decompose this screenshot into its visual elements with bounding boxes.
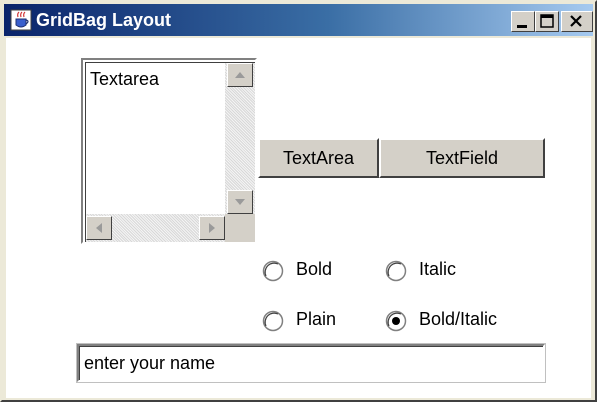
vertical-scrollbar[interactable] (225, 63, 255, 214)
textfield-button[interactable]: TextField (379, 138, 545, 178)
textarea-scrollpane: Textarea (81, 58, 257, 244)
window-title: GridBag Layout (36, 10, 172, 30)
scroll-down-button[interactable] (227, 190, 253, 214)
radio-bold-italic-label: Bold/Italic (419, 309, 498, 329)
scroll-corner (225, 214, 255, 242)
radio-plain[interactable]: Plain (262, 308, 362, 334)
maximize-icon (540, 14, 554, 28)
arrow-right-icon (209, 223, 215, 233)
radio-bold-italic[interactable]: Bold/Italic (385, 308, 535, 334)
radio-bold-label: Bold (296, 259, 333, 279)
radio-italic-label: Italic (419, 259, 457, 279)
radio-unselected-icon (385, 260, 407, 282)
textarea-text[interactable]: Textarea (90, 69, 159, 90)
name-field-container (76, 343, 546, 383)
close-icon (570, 15, 582, 27)
maximize-button[interactable] (535, 11, 559, 32)
scroll-up-button[interactable] (227, 63, 253, 87)
radio-italic[interactable]: Italic (385, 258, 485, 284)
arrow-up-icon (235, 72, 245, 78)
java-cup-icon[interactable] (10, 9, 32, 31)
textarea-button[interactable]: TextArea (258, 138, 379, 178)
arrow-left-icon (96, 223, 102, 233)
title-bar[interactable]: GridBag Layout (4, 4, 593, 36)
scroll-left-button[interactable] (86, 216, 112, 240)
close-button[interactable] (561, 11, 593, 32)
textarea[interactable]: Textarea (85, 62, 255, 242)
scroll-right-button[interactable] (199, 216, 225, 240)
arrow-down-icon (235, 199, 245, 205)
radio-plain-label: Plain (296, 309, 337, 329)
radio-bold[interactable]: Bold (262, 258, 362, 284)
name-field[interactable] (79, 346, 543, 380)
radio-unselected-icon (262, 260, 284, 282)
radio-unselected-icon (262, 310, 284, 332)
minimize-icon (517, 25, 527, 28)
horizontal-scrollbar[interactable] (86, 214, 225, 242)
radio-selected-icon (385, 310, 407, 332)
content-pane: Textarea TextArea TextField Bold Italic … (6, 38, 591, 398)
app-window: GridBag Layout Textarea TextArea TextFie… (0, 0, 597, 402)
minimize-button[interactable] (511, 11, 535, 32)
